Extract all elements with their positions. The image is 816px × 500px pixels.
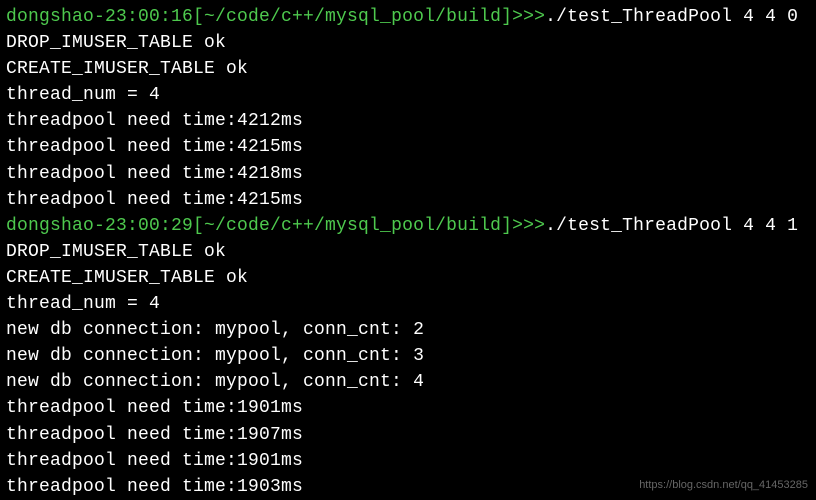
output-text: new db connection: mypool, conn_cnt: 3 <box>6 346 424 366</box>
output-text: DROP_IMUSER_TABLE ok <box>6 242 226 262</box>
output-text: threadpool need time:1907ms <box>6 425 303 445</box>
terminal-line: CREATE_IMUSER_TABLE ok <box>6 56 810 82</box>
watermark-text: https://blog.csdn.net/qq_41453285 <box>639 478 808 494</box>
output-text: threadpool need time:1903ms <box>6 477 303 497</box>
output-text: CREATE_IMUSER_TABLE ok <box>6 59 248 79</box>
terminal-line: CREATE_IMUSER_TABLE ok <box>6 265 810 291</box>
terminal-line: DROP_IMUSER_TABLE ok <box>6 30 810 56</box>
output-text: thread_num = 4 <box>6 294 160 314</box>
output-text: new db connection: mypool, conn_cnt: 2 <box>6 320 424 340</box>
output-text: threadpool need time:1901ms <box>6 451 303 471</box>
terminal-line: threadpool need time:1901ms <box>6 395 810 421</box>
terminal-line: threadpool need time:1907ms <box>6 422 810 448</box>
terminal-line: threadpool need time:1901ms <box>6 448 810 474</box>
command-text: ./test_ThreadPool 4 4 1 <box>545 216 798 236</box>
terminal-line: new db connection: mypool, conn_cnt: 3 <box>6 343 810 369</box>
prompt-arrows: >>> <box>512 216 545 236</box>
terminal-line: threadpool need time:4215ms <box>6 187 810 213</box>
output-text: new db connection: mypool, conn_cnt: 4 <box>6 372 424 392</box>
output-text: threadpool need time:1901ms <box>6 398 303 418</box>
command-text: ./test_ThreadPool 4 4 0 <box>545 7 798 27</box>
output-text: threadpool need time:4212ms <box>6 111 303 131</box>
terminal-line: threadpool need time:4215ms <box>6 134 810 160</box>
output-text: threadpool need time:4215ms <box>6 137 303 157</box>
prompt-user-time: dongshao-23:00:29 <box>6 216 193 236</box>
output-text: thread_num = 4 <box>6 85 160 105</box>
terminal-line: dongshao-23:00:16[~/code/c++/mysql_pool/… <box>6 4 810 30</box>
output-text: DROP_IMUSER_TABLE ok <box>6 33 226 53</box>
output-text: CREATE_IMUSER_TABLE ok <box>6 268 248 288</box>
terminal-line: threadpool need time:4218ms <box>6 161 810 187</box>
terminal-line: thread_num = 4 <box>6 82 810 108</box>
terminal-line: DROP_IMUSER_TABLE ok <box>6 239 810 265</box>
output-text: threadpool need time:4218ms <box>6 164 303 184</box>
output-text: threadpool need time:4215ms <box>6 190 303 210</box>
prompt-path: [~/code/c++/mysql_pool/build] <box>193 216 512 236</box>
terminal-line: threadpool need time:4212ms <box>6 108 810 134</box>
terminal-line: thread_num = 4 <box>6 291 810 317</box>
terminal-line: dongshao-23:00:29[~/code/c++/mysql_pool/… <box>6 213 810 239</box>
prompt-arrows: >>> <box>512 7 545 27</box>
prompt-user-time: dongshao-23:00:16 <box>6 7 193 27</box>
terminal-output: dongshao-23:00:16[~/code/c++/mysql_pool/… <box>6 4 810 500</box>
terminal-line: new db connection: mypool, conn_cnt: 4 <box>6 369 810 395</box>
terminal-line: new db connection: mypool, conn_cnt: 2 <box>6 317 810 343</box>
prompt-path: [~/code/c++/mysql_pool/build] <box>193 7 512 27</box>
